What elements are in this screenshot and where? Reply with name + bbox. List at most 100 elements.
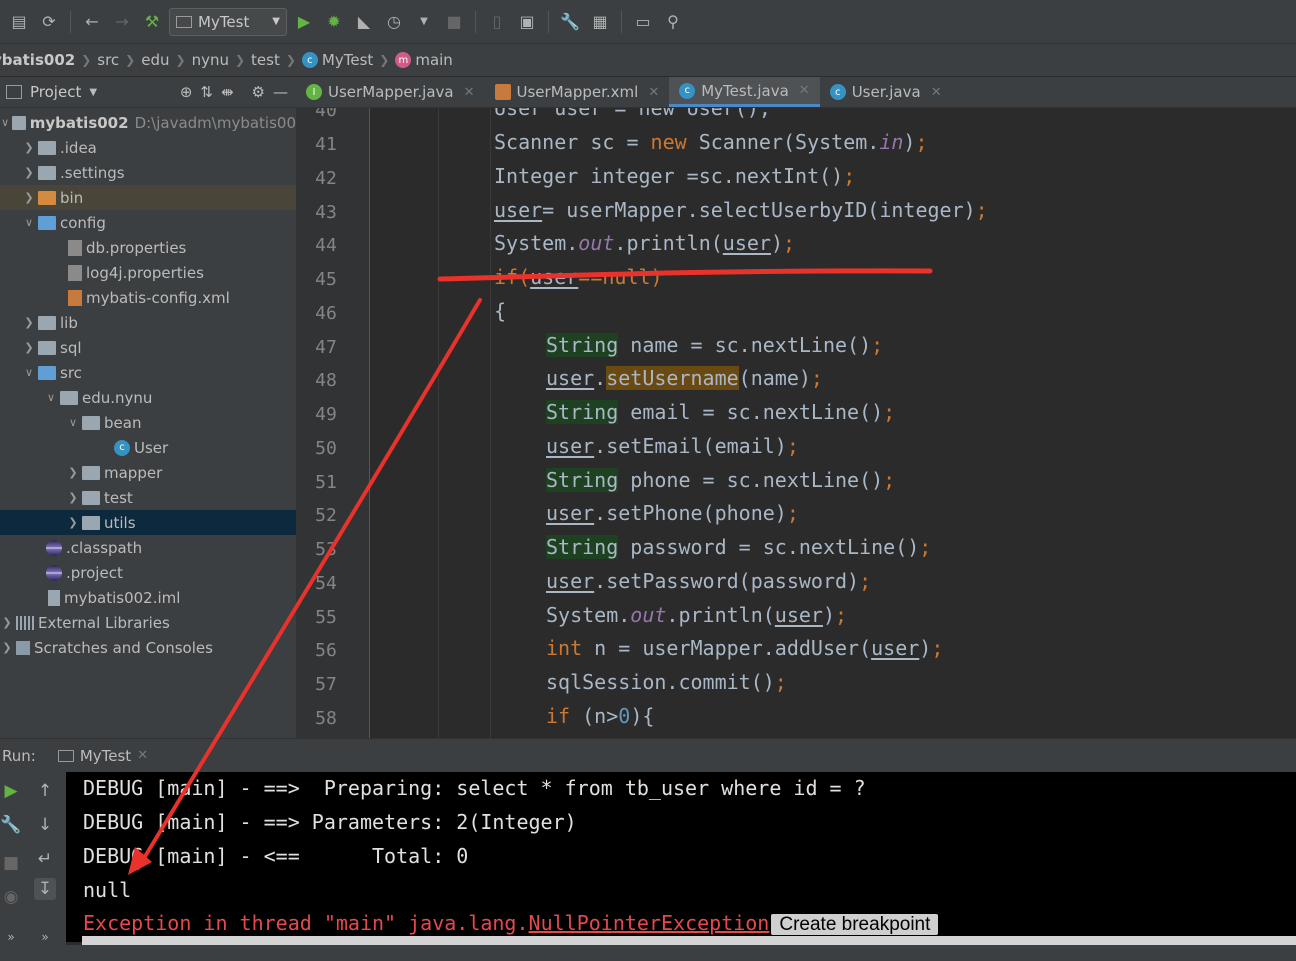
build-hammer-icon[interactable]: ⚒ <box>139 9 165 35</box>
profile-icon[interactable]: ◷ <box>381 9 407 35</box>
tree-item-mapper[interactable]: ❯ mapper <box>0 460 296 485</box>
module-cube-icon[interactable]: ▣ <box>514 9 540 35</box>
close-icon[interactable]: ✕ <box>799 83 810 98</box>
breadcrumb-test[interactable]: test <box>251 51 280 69</box>
tree-item-bean[interactable]: ∨ bean <box>0 410 296 435</box>
tree-item-classpath[interactable]: .classpath <box>0 535 296 560</box>
breadcrumb-edu[interactable]: edu <box>141 51 169 69</box>
code-text: ) <box>770 231 784 255</box>
run-icon[interactable]: ▶ <box>291 9 317 35</box>
rerun-icon[interactable]: ▶ <box>0 780 22 802</box>
camera-icon[interactable]: ◉ <box>0 886 22 908</box>
folder-icon <box>38 340 56 355</box>
stop-icon[interactable]: ■ <box>0 852 22 874</box>
tree-item-config[interactable]: ∨ config <box>0 210 296 235</box>
line-number-gutter[interactable]: 40 41 42 43 44 45 46 47 48 49 50 51 52 5… <box>296 108 370 738</box>
create-breakpoint-button[interactable]: Create breakpoint <box>771 914 939 935</box>
soft-wrap-icon[interactable]: ↵ <box>34 848 56 870</box>
collapse-all-icon[interactable]: ⇼ <box>221 83 234 101</box>
chevron-right-icon[interactable]: ❯ <box>66 491 80 504</box>
chevron-right-icon[interactable]: ❯ <box>66 516 80 529</box>
run-tab-mytest[interactable]: MyTest ✕ <box>57 747 148 765</box>
tab-user-java[interactable]: c User.java ✕ <box>820 77 952 107</box>
tree-item-mybatis-config-xml[interactable]: mybatis-config.xml <box>0 285 296 310</box>
presentation-icon[interactable]: ▭ <box>630 9 656 35</box>
code-editor[interactable]: User user = new User(); Scanner sc = new… <box>370 108 1296 738</box>
tree-item-external-libraries[interactable]: ❯ External Libraries <box>0 610 296 635</box>
chevron-down-icon[interactable]: ▼ <box>89 87 97 98</box>
forward-arrow-icon[interactable]: → <box>109 9 135 35</box>
exception-link[interactable]: NullPointerException <box>529 911 770 935</box>
chevron-right-icon[interactable]: ❯ <box>0 616 14 629</box>
tab-usermapper-java[interactable]: I UserMapper.java ✕ <box>296 77 485 107</box>
package-icon <box>82 490 100 505</box>
back-arrow-icon[interactable]: ← <box>79 9 105 35</box>
tree-item-project[interactable]: .project <box>0 560 296 585</box>
chevron-right-icon[interactable]: ❯ <box>22 166 36 179</box>
breadcrumb-nynu[interactable]: nynu <box>192 51 229 69</box>
tree-item-sql[interactable]: ❯ sql <box>0 335 296 360</box>
close-icon[interactable]: ✕ <box>137 748 148 763</box>
project-structure-icon[interactable]: ▦ <box>587 9 613 35</box>
close-icon[interactable]: ✕ <box>464 85 475 100</box>
chevron-right-icon[interactable]: ❯ <box>22 141 36 154</box>
tree-item-edu-nynu[interactable]: ∨ edu.nynu <box>0 385 296 410</box>
breadcrumb-main[interactable]: m main <box>395 51 453 69</box>
tab-mytest-java[interactable]: c MyTest.java ✕ <box>669 77 820 107</box>
close-icon[interactable]: ✕ <box>648 85 659 100</box>
tree-item-mybatis002[interactable]: ∨ mybatis002 D:\javadm\mybatis00 <box>0 110 296 135</box>
arrow-up-icon[interactable]: ↑ <box>34 780 56 802</box>
tree-item-log4j-properties[interactable]: log4j.properties <box>0 260 296 285</box>
tree-item-bin[interactable]: ❯ bin <box>0 185 296 210</box>
xml-file-icon <box>68 289 82 306</box>
chevron-right-icon[interactable]: ❯ <box>22 191 36 204</box>
save-icon[interactable]: ▤ <box>6 9 32 35</box>
breadcrumb-mytest[interactable]: c MyTest <box>301 51 373 69</box>
search-icon[interactable]: ⚲ <box>660 9 686 35</box>
hide-minus-icon[interactable]: — <box>273 83 288 101</box>
tab-usermapper-xml[interactable]: UserMapper.xml ✕ <box>485 77 670 107</box>
chevron-right-icon[interactable]: ❯ <box>66 466 80 479</box>
coverage-icon[interactable]: ◣ <box>351 9 377 35</box>
tree-item-mybatis002-iml[interactable]: mybatis002.iml <box>0 585 296 610</box>
scroll-to-end-icon[interactable]: ↧ <box>34 878 56 900</box>
more-run-chevron-icon[interactable]: ▼ <box>411 9 437 35</box>
tree-item-utils[interactable]: ❯ utils <box>0 510 296 535</box>
folder-icon <box>38 190 56 205</box>
device-icon[interactable]: ▯ <box>484 9 510 35</box>
code-method-highlight: setUsername <box>606 366 739 390</box>
chevron-down-icon[interactable]: ∨ <box>44 391 58 404</box>
chevron-right-icon[interactable]: ❯ <box>0 641 14 654</box>
tree-item-scratches[interactable]: ❯ Scratches and Consoles <box>0 635 296 660</box>
tree-item-db-properties[interactable]: db.properties <box>0 235 296 260</box>
sync-icon[interactable]: ⟳ <box>36 9 62 35</box>
line-number: 41 <box>315 134 337 155</box>
stop-icon[interactable]: ■ <box>441 9 467 35</box>
chevron-down-icon[interactable]: ∨ <box>0 116 10 129</box>
console-horizontal-scrollbar[interactable] <box>82 936 1296 945</box>
tree-item-src[interactable]: ∨ src <box>0 360 296 385</box>
chevron-down-icon[interactable]: ∨ <box>22 216 36 229</box>
debug-bug-icon[interactable]: ✹ <box>321 9 347 35</box>
tree-item-test[interactable]: ❯ test <box>0 485 296 510</box>
breadcrumb-src[interactable]: src <box>97 51 119 69</box>
gear-icon[interactable]: ⚙ <box>252 83 265 101</box>
settings-wrench-icon[interactable]: 🔧 <box>557 9 583 35</box>
chevron-down-icon[interactable]: ∨ <box>22 366 36 379</box>
arrow-down-icon[interactable]: ↓ <box>34 814 56 836</box>
locate-target-icon[interactable]: ⊕ <box>180 83 193 101</box>
expand-all-icon[interactable]: ⇅ <box>200 83 213 101</box>
chevron-right-icon[interactable]: ❯ <box>22 316 36 329</box>
wrench-icon[interactable]: 🔧 <box>0 814 22 836</box>
close-icon[interactable]: ✕ <box>931 85 942 100</box>
run-configuration-select[interactable]: MyTest ▼ <box>169 7 287 36</box>
chevron-right-icon[interactable]: ❯ <box>22 341 36 354</box>
run-console[interactable]: DEBUG [main] - ==> Preparing: select * f… <box>66 772 1296 942</box>
chevron-down-icon[interactable]: ∨ <box>66 416 80 429</box>
project-panel-title[interactable]: Project <box>30 83 81 101</box>
tree-item-idea[interactable]: ❯ .idea <box>0 135 296 160</box>
breadcrumb-project[interactable]: ybatis002 <box>0 51 75 69</box>
tree-item-user[interactable]: c User <box>0 435 296 460</box>
tree-item-settings[interactable]: ❯ .settings <box>0 160 296 185</box>
tree-item-lib[interactable]: ❯ lib <box>0 310 296 335</box>
